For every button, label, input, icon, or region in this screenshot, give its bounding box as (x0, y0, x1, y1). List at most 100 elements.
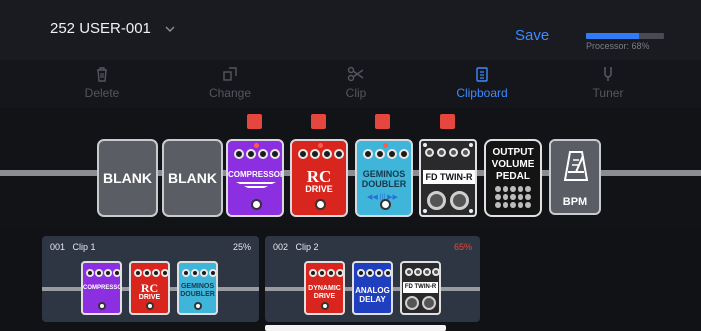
chain-slot-output-volume-pedal[interactable]: OUTPUT VOLUME PEDAL (484, 139, 542, 217)
swap-icon (223, 67, 237, 81)
footswitch (146, 302, 154, 310)
knob-row (425, 148, 470, 157)
pedal-label-line1: OUTPUT (492, 147, 534, 158)
knob-row (86, 269, 120, 277)
speaker-cone (450, 191, 469, 210)
select-toggle-rc-drive[interactable] (311, 114, 326, 129)
select-toggle-fd-twin-r[interactable] (440, 114, 455, 129)
select-toggle-compressor[interactable] (247, 114, 262, 129)
chain-slot-compressor[interactable]: COMPRESSOR (226, 139, 284, 217)
bpm-label: BPM (562, 196, 588, 208)
clip-title: 002 Clip 2 (273, 242, 319, 252)
clip-pedal-rc-drive: RC DRIVE (129, 261, 170, 315)
clip-pedal-compressor: COMPRESSOR (81, 261, 122, 315)
footswitch (194, 302, 202, 310)
pedal-label-line1: RC (306, 167, 332, 186)
footswitch (321, 302, 329, 310)
knob-row (309, 269, 343, 277)
app: 252 USER-001 Save Processor: 68% Delete … (0, 0, 701, 331)
pedal-label-line2: DOUBLER (361, 179, 407, 189)
speaker-cone (427, 191, 446, 210)
pedal-label-line2: VOLUME (491, 159, 535, 170)
pedal-label-line1: ANALOG (355, 286, 390, 295)
clip-name: Clip 2 (295, 242, 319, 252)
chain-slot-rc-drive[interactable]: RC DRIVE (290, 139, 348, 217)
corner-screw (423, 143, 427, 147)
clip-pedal-dynamic-drive: DYNAMIC DRIVE (304, 261, 345, 315)
tuning-fork-icon (604, 67, 612, 81)
pedal-label-line1: RC (140, 281, 159, 295)
knob-row (298, 149, 344, 159)
clip-label: Clip (345, 86, 367, 100)
chevron-down-icon (165, 26, 175, 32)
clip-percent: 25% (232, 242, 251, 252)
clip-percent: 65% (453, 242, 472, 252)
footswitch (251, 199, 262, 210)
clipboard-icon (476, 67, 488, 82)
clip-button[interactable]: Clip (316, 66, 396, 100)
led-indicator (254, 143, 259, 148)
delete-button[interactable]: Delete (62, 66, 142, 100)
change-label: Change (208, 86, 252, 100)
tuner-label: Tuner (592, 86, 624, 100)
knob-row (405, 268, 439, 276)
clip-title: 001 Clip 1 (50, 242, 96, 252)
pedal-label-line2: DRIVE (313, 293, 336, 300)
pedal-label-line1: GEMINOS (362, 169, 406, 179)
clip-pedal-analog-delay: ANALOG DELAY (352, 261, 393, 315)
footswitch (380, 199, 391, 210)
tuner-button[interactable]: Tuner (568, 66, 648, 100)
pedal-label-line2: DRIVE (305, 184, 333, 194)
preset-selector[interactable]: 252 USER-001 (50, 20, 177, 37)
corner-screw (423, 209, 427, 213)
pedal-grip-pattern (495, 186, 531, 208)
chain-slot-bpm[interactable]: BPM (549, 139, 601, 215)
processor-label: Processor: 68% (586, 41, 650, 51)
pedal-label-line2: DOUBLER (180, 291, 215, 298)
footswitch (315, 199, 326, 210)
scissors-icon (347, 66, 364, 82)
clip-name: Clip 1 (72, 242, 96, 252)
delete-label: Delete (84, 86, 120, 100)
knob-row (182, 269, 216, 277)
processor-bar (586, 33, 664, 39)
toolbar: Delete Change Clip Clipboard Tuner (0, 60, 701, 108)
knob-row (363, 149, 409, 159)
corner-screw (469, 209, 473, 213)
chain-slot-blank[interactable]: BLANK (162, 139, 223, 217)
speaker-cone (422, 296, 436, 310)
pedal-label-line3: PEDAL (496, 171, 530, 182)
save-button[interactable]: Save (515, 27, 549, 44)
change-button[interactable]: Change (190, 66, 270, 100)
corner-screw (469, 143, 473, 147)
clip-id: 002 (273, 242, 289, 252)
metronome-icon (563, 151, 589, 181)
clipboard-button[interactable]: Clipboard (442, 66, 522, 100)
chain-slot-blank[interactable]: BLANK (97, 139, 158, 217)
knob-row (357, 269, 391, 277)
header-bar: 252 USER-001 Save Processor: 68% (0, 0, 701, 60)
chain-slot-geminos-doubler[interactable]: GEMINOS DOUBLER ◀◀ ||| ▶▶ (355, 139, 413, 217)
home-indicator[interactable] (265, 325, 446, 331)
pedal-label-line2: DELAY (359, 295, 386, 304)
speaker-cone (405, 296, 419, 310)
processor-bar-fill (586, 33, 640, 39)
footswitch (98, 302, 106, 310)
amp-nameplate: FD TWIN-R (403, 282, 438, 293)
trash-icon (97, 67, 107, 82)
preset-name: 252 USER-001 (50, 20, 151, 37)
clipboard-label: Clipboard (456, 86, 508, 100)
clip-pedal-geminos-doubler: GEMINOS DOUBLER (177, 261, 218, 315)
blank-label: BLANK (103, 170, 152, 186)
chain-slot-fd-twin-r[interactable]: FD TWIN-R (419, 139, 477, 217)
select-toggle-geminos-doubler[interactable] (375, 114, 390, 129)
led-indicator (318, 143, 323, 148)
clip-pedal-fd-twin-r: FD TWIN-R (400, 261, 441, 315)
clip-id: 001 (50, 242, 66, 252)
processor-meter: Processor: 68% (586, 33, 664, 51)
knob-row (134, 269, 168, 277)
pedal-label: COMPRESSOR (83, 285, 122, 291)
compressor-graphic (236, 182, 276, 192)
pedal-label: COMPRESSOR (228, 170, 284, 179)
pedal-label-line1: GEMINOS (180, 283, 215, 290)
